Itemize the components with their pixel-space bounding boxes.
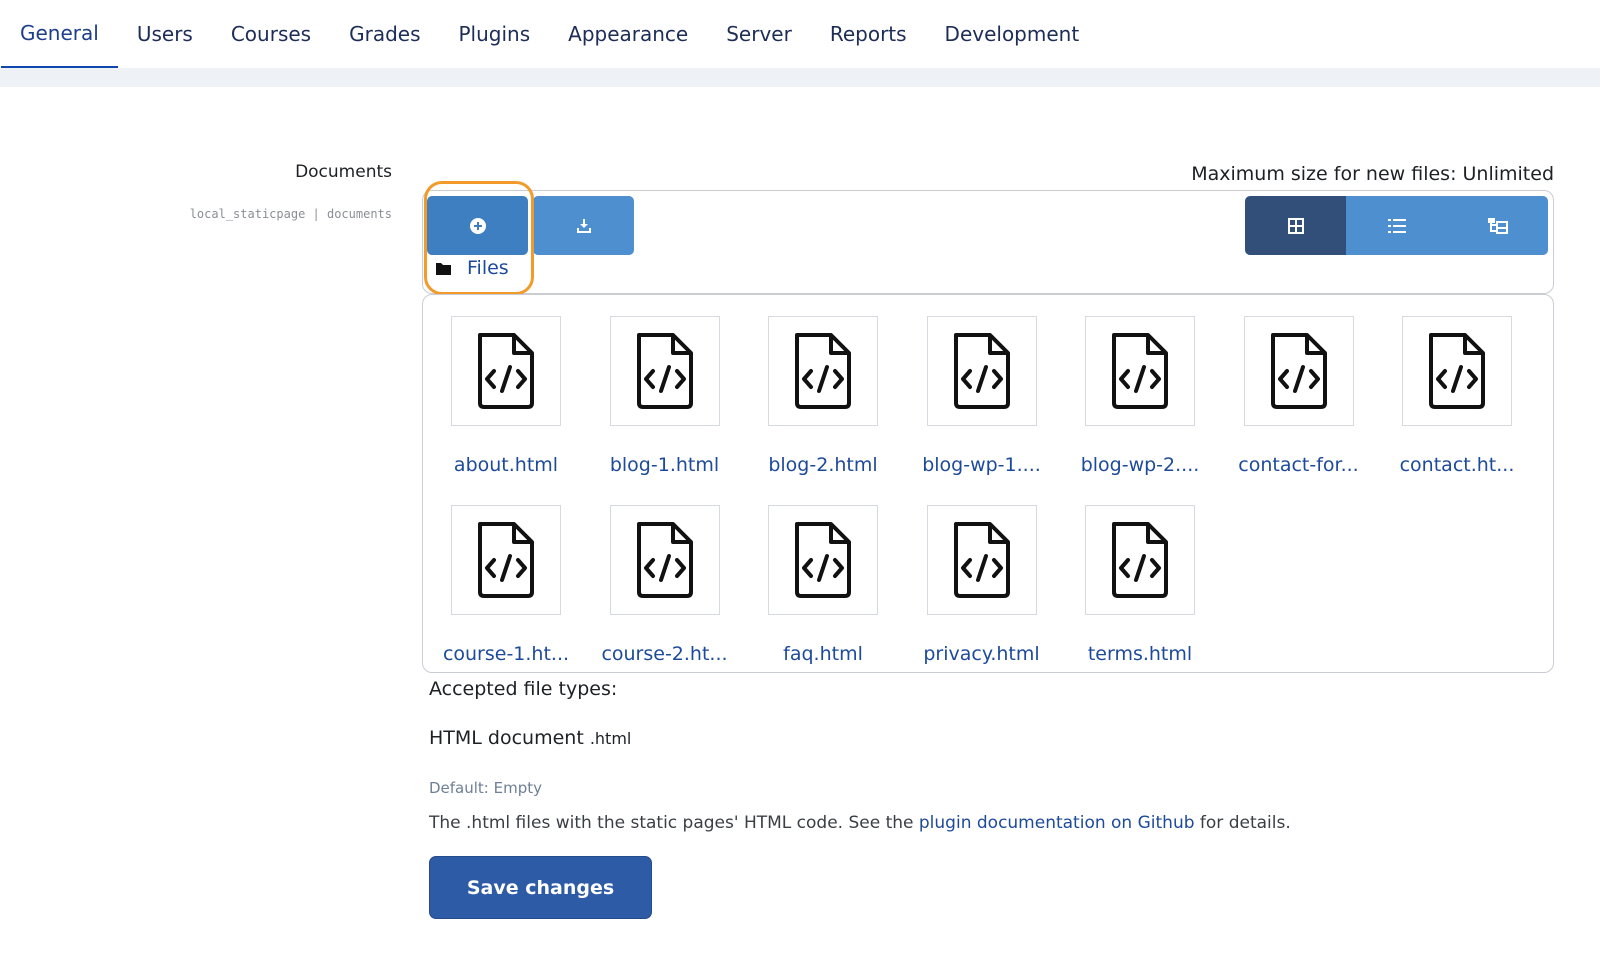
plugin-documentation-link[interactable]: plugin documentation on Github xyxy=(919,813,1195,833)
code-file-icon xyxy=(636,522,693,598)
view-icons-button[interactable] xyxy=(1245,196,1346,255)
folder-icon xyxy=(436,262,451,275)
description-before: The .html files with the static pages' H… xyxy=(429,813,919,833)
plus-circle-icon xyxy=(469,217,486,234)
files-root-link[interactable]: Files xyxy=(467,257,509,279)
file-thumbnail xyxy=(1402,316,1512,426)
description-after: for details. xyxy=(1194,813,1291,833)
file-name: contact-for... xyxy=(1238,454,1359,476)
code-file-icon xyxy=(795,333,851,409)
tab-server[interactable]: Server xyxy=(707,0,811,68)
add-file-button[interactable] xyxy=(427,196,528,255)
file-name: course-1.ht... xyxy=(442,643,570,665)
file-name: contact.ht... xyxy=(1399,454,1515,476)
tab-development[interactable]: Development xyxy=(926,0,1099,68)
setting-description: The .html files with the static pages' H… xyxy=(429,813,1291,833)
file-thumbnail xyxy=(926,505,1037,615)
view-tree-button[interactable] xyxy=(1447,196,1548,255)
file-thumbnail xyxy=(768,316,878,426)
tree-icon xyxy=(1487,217,1508,234)
setting-label: Documents xyxy=(295,162,392,182)
code-file-icon xyxy=(1112,333,1168,409)
tab-appearance[interactable]: Appearance xyxy=(549,0,707,68)
download-icon xyxy=(576,218,591,233)
accepted-type: HTML document .html xyxy=(429,727,631,749)
code-file-icon xyxy=(795,522,851,598)
code-file-icon xyxy=(1270,333,1327,409)
tab-courses[interactable]: Courses xyxy=(212,0,330,68)
file-name: privacy.html xyxy=(923,643,1040,665)
file-thumbnail xyxy=(926,316,1037,426)
code-file-icon xyxy=(636,333,693,409)
code-file-icon xyxy=(478,522,534,598)
file-name: blog-wp-1.... xyxy=(922,454,1041,476)
tab-grades[interactable]: Grades xyxy=(330,0,439,68)
tab-users[interactable]: Users xyxy=(118,0,212,68)
default-value: Default: Empty xyxy=(429,779,542,797)
accepted-type-name: HTML document xyxy=(429,727,584,749)
file-thumbnail xyxy=(451,316,561,426)
file-name: blog-1.html xyxy=(609,454,720,476)
tab-reports[interactable]: Reports xyxy=(811,0,926,68)
file-name: course-2.ht... xyxy=(601,643,728,665)
settings-tabs: General Users Courses Grades Plugins App… xyxy=(0,0,1600,68)
download-all-button[interactable] xyxy=(533,196,634,255)
code-file-icon xyxy=(953,522,1010,598)
file-name: about.html xyxy=(453,454,559,476)
code-file-icon xyxy=(1429,333,1485,409)
file-thumbnail xyxy=(768,505,878,615)
file-name: blog-wp-2.... xyxy=(1080,454,1200,476)
setting-key: local_staticpage | documents xyxy=(189,207,392,221)
grid-icon xyxy=(1287,217,1304,234)
breadcrumb: Files xyxy=(436,257,509,279)
save-changes-button[interactable]: Save changes xyxy=(429,856,652,919)
file-thumbnail xyxy=(609,316,720,426)
file-thumbnail xyxy=(451,505,561,615)
tab-divider xyxy=(0,68,1600,87)
accepted-types-label: Accepted file types: xyxy=(429,678,618,700)
tab-general[interactable]: General xyxy=(1,0,118,68)
tab-plugins[interactable]: Plugins xyxy=(440,0,550,68)
view-mode-group xyxy=(1245,196,1548,255)
max-size-text: Maximum size for new files: Unlimited xyxy=(1191,163,1554,185)
view-list-button[interactable] xyxy=(1346,196,1447,255)
file-name: terms.html xyxy=(1087,643,1193,665)
file-name: faq.html xyxy=(783,643,863,665)
file-thumbnail xyxy=(1085,505,1195,615)
file-thumbnail xyxy=(1085,316,1195,426)
code-file-icon xyxy=(953,333,1010,409)
code-file-icon xyxy=(1112,522,1168,598)
filepicker-toolbar: Files xyxy=(422,190,1554,294)
file-thumbnail xyxy=(1243,316,1354,426)
accepted-type-ext: .html xyxy=(589,729,632,748)
file-thumbnail xyxy=(609,505,720,615)
code-file-icon xyxy=(478,333,534,409)
list-icon xyxy=(1387,218,1406,233)
file-grid: about.html blog-1.html blog-2.html blog-wp-… xyxy=(422,294,1554,673)
file-name: blog-2.html xyxy=(768,454,878,476)
